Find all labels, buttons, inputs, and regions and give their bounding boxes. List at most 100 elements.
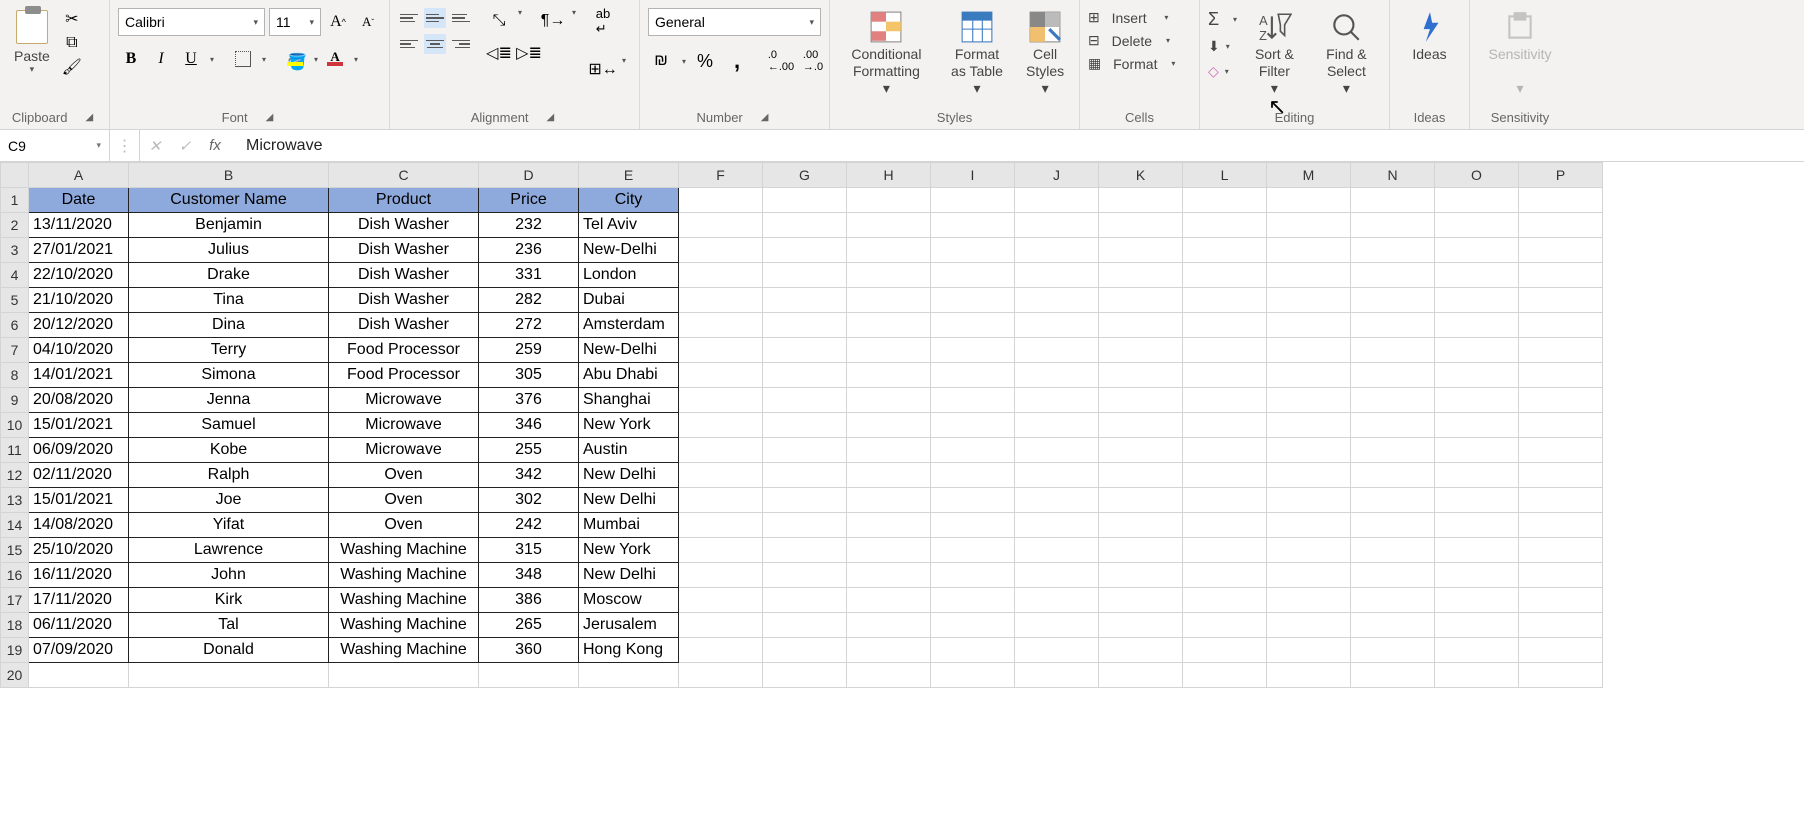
decrease-decimal-icon[interactable]: .00→.0 (800, 48, 826, 74)
cell[interactable] (1267, 238, 1351, 263)
cell[interactable] (679, 588, 763, 613)
cell[interactable]: Dish Washer (329, 288, 479, 313)
row-header[interactable]: 17 (1, 588, 29, 613)
cell[interactable] (1435, 413, 1519, 438)
cell[interactable]: Joe (129, 488, 329, 513)
column-header[interactable]: E (579, 163, 679, 188)
cell[interactable]: Dish Washer (329, 313, 479, 338)
cell[interactable] (931, 313, 1015, 338)
cell[interactable] (931, 438, 1015, 463)
cell[interactable] (1183, 363, 1267, 388)
cell[interactable]: Julius (129, 238, 329, 263)
align-middle-icon[interactable] (424, 8, 446, 28)
cell[interactable] (1435, 488, 1519, 513)
cell[interactable] (1351, 238, 1435, 263)
cell[interactable] (679, 313, 763, 338)
cell[interactable] (1435, 363, 1519, 388)
cell[interactable] (1435, 388, 1519, 413)
row-header[interactable]: 18 (1, 613, 29, 638)
cell[interactable] (1351, 388, 1435, 413)
cell[interactable] (1099, 188, 1183, 213)
cell[interactable] (1267, 613, 1351, 638)
cell[interactable] (1015, 463, 1099, 488)
cell[interactable] (1267, 288, 1351, 313)
cell[interactable] (679, 663, 763, 688)
cell[interactable] (847, 263, 931, 288)
cell[interactable] (1267, 338, 1351, 363)
cell[interactable]: 272 (479, 313, 579, 338)
cell[interactable] (1351, 363, 1435, 388)
dialog-launcher-icon[interactable]: ◢ (547, 112, 559, 123)
cell[interactable]: New York (579, 538, 679, 563)
cell[interactable]: Jenna (129, 388, 329, 413)
cell[interactable]: Dina (129, 313, 329, 338)
cell[interactable]: 305 (479, 363, 579, 388)
cell[interactable] (579, 663, 679, 688)
cell[interactable] (1435, 188, 1519, 213)
cell[interactable] (1519, 638, 1603, 663)
cell[interactable]: Tal (129, 613, 329, 638)
cell[interactable] (1015, 588, 1099, 613)
cell[interactable] (1099, 338, 1183, 363)
cell[interactable] (1267, 213, 1351, 238)
column-header[interactable]: J (1015, 163, 1099, 188)
cell[interactable] (1519, 188, 1603, 213)
italic-button[interactable]: I (148, 46, 174, 72)
percent-format-icon[interactable]: % (692, 48, 718, 74)
cell[interactable] (679, 638, 763, 663)
cell[interactable] (1351, 563, 1435, 588)
cell[interactable] (1183, 588, 1267, 613)
cell[interactable] (763, 313, 847, 338)
cell[interactable]: Customer Name (129, 188, 329, 213)
cell[interactable]: 232 (479, 213, 579, 238)
cell[interactable] (1099, 238, 1183, 263)
cell[interactable]: Food Processor (329, 363, 479, 388)
column-header[interactable]: G (763, 163, 847, 188)
cell[interactable] (763, 463, 847, 488)
cell[interactable]: Benjamin (129, 213, 329, 238)
cell[interactable] (1267, 588, 1351, 613)
cell[interactable] (847, 588, 931, 613)
cell[interactable] (931, 538, 1015, 563)
cell[interactable] (679, 538, 763, 563)
cell[interactable] (931, 363, 1015, 388)
formula-input[interactable]: Microwave (230, 130, 1804, 161)
cell[interactable]: New Delhi (579, 563, 679, 588)
cell[interactable]: Kobe (129, 438, 329, 463)
cell[interactable] (1015, 513, 1099, 538)
cell[interactable] (931, 663, 1015, 688)
cell[interactable] (1519, 663, 1603, 688)
cell[interactable]: New-Delhi (579, 238, 679, 263)
cell[interactable] (1351, 588, 1435, 613)
cell[interactable] (1351, 338, 1435, 363)
cell[interactable] (763, 338, 847, 363)
cell[interactable] (1519, 263, 1603, 288)
cell[interactable]: Price (479, 188, 579, 213)
cell[interactable]: Oven (329, 463, 479, 488)
cell[interactable] (1267, 463, 1351, 488)
cell[interactable]: Microwave (329, 388, 479, 413)
row-header[interactable]: 4 (1, 263, 29, 288)
cell-styles-button[interactable]: Cell Styles ▾ (1019, 8, 1071, 98)
cell[interactable] (1183, 338, 1267, 363)
cell[interactable] (1519, 613, 1603, 638)
cell[interactable] (1519, 438, 1603, 463)
cell[interactable] (1435, 338, 1519, 363)
cell[interactable] (1015, 438, 1099, 463)
border-button[interactable] (230, 46, 256, 72)
cell[interactable]: 386 (479, 588, 579, 613)
cell[interactable]: New York (579, 413, 679, 438)
dialog-launcher-icon[interactable]: ◢ (761, 112, 773, 123)
cell[interactable] (1519, 588, 1603, 613)
cell[interactable]: Food Processor (329, 338, 479, 363)
cell[interactable] (1519, 463, 1603, 488)
cell[interactable] (1435, 238, 1519, 263)
format-painter-icon[interactable]: 🖌 (62, 58, 82, 76)
column-header[interactable]: I (931, 163, 1015, 188)
cell[interactable]: 25/10/2020 (29, 538, 129, 563)
cell[interactable]: Tel Aviv (579, 213, 679, 238)
column-header[interactable]: F (679, 163, 763, 188)
cell[interactable]: 02/11/2020 (29, 463, 129, 488)
cell[interactable] (1435, 288, 1519, 313)
cell[interactable] (1099, 313, 1183, 338)
